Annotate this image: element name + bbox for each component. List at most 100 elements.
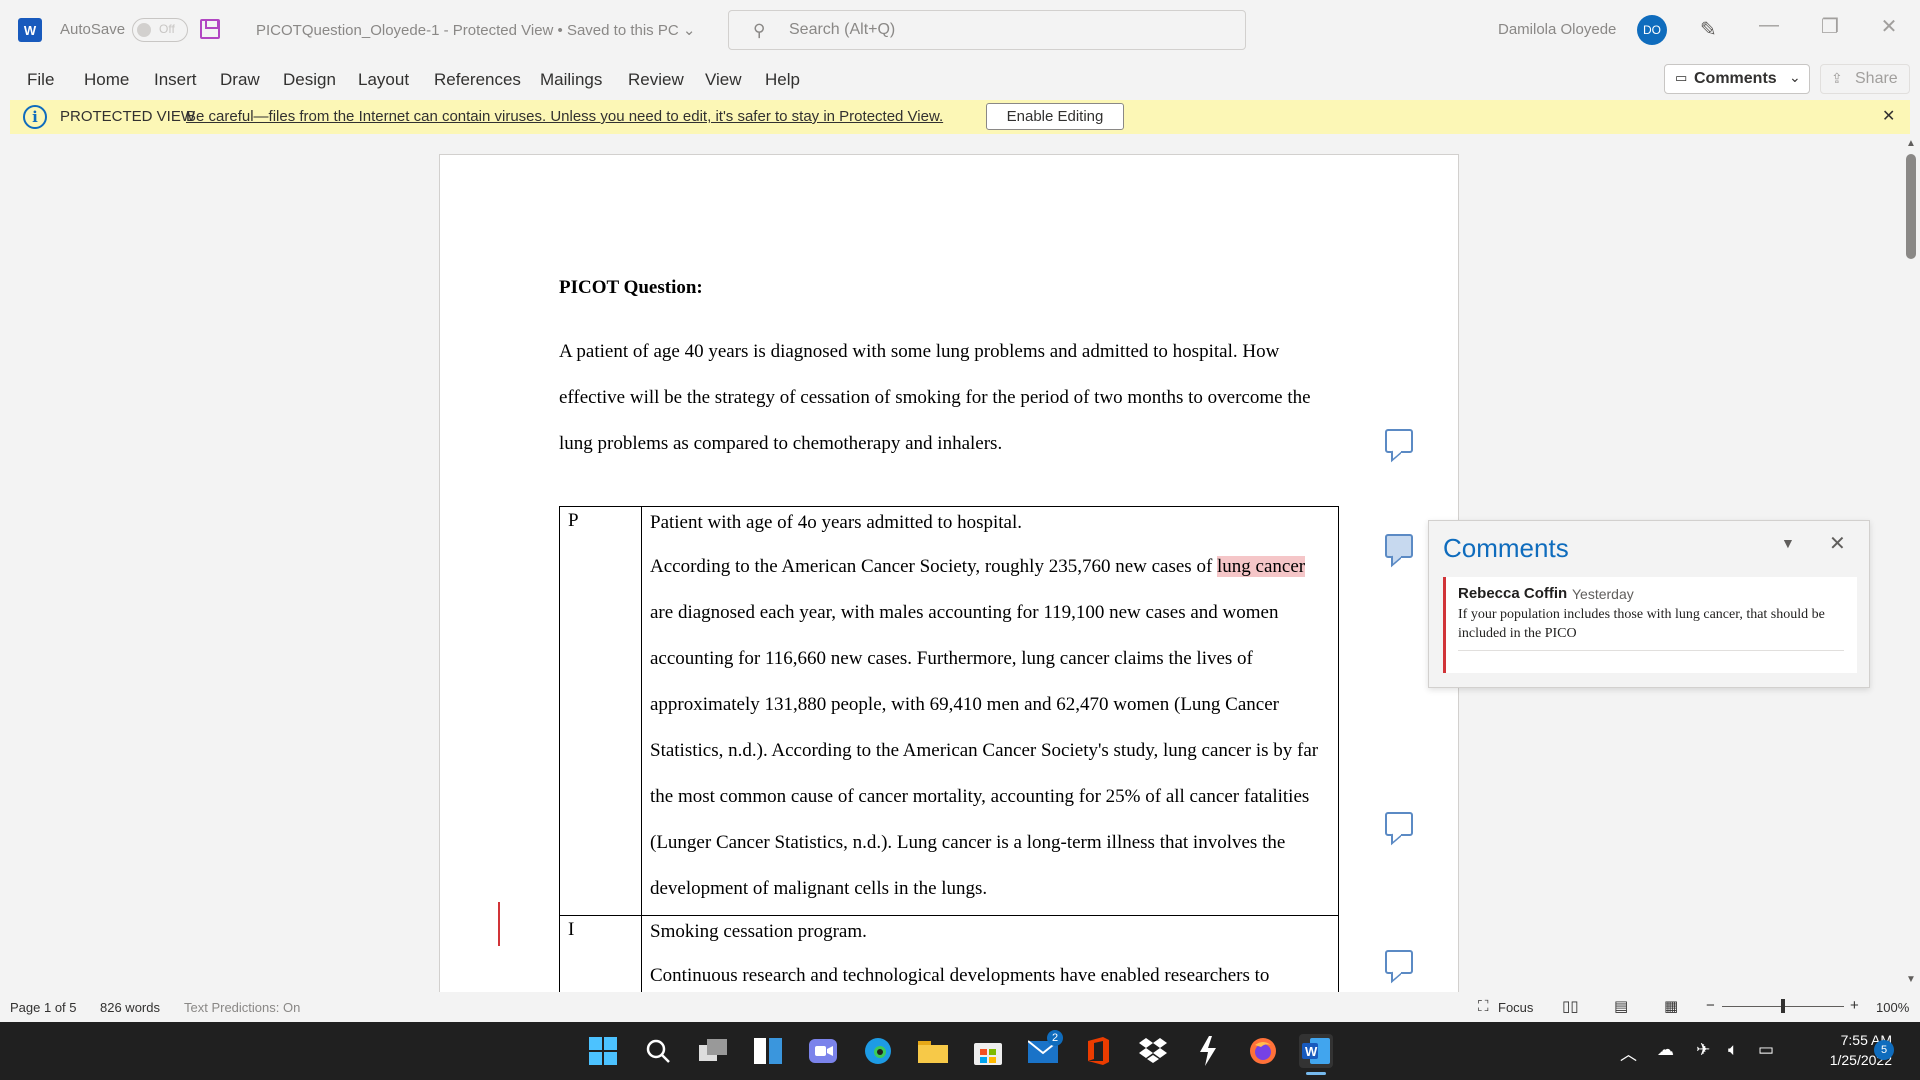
store-icon[interactable] [971,1034,1005,1068]
edge-icon[interactable] [861,1034,895,1068]
autosave-toggle[interactable]: Off [132,18,188,42]
search-input[interactable]: ⚲ Search (Alt+Q) [728,10,1246,50]
notification-badge[interactable]: 5 [1874,1040,1894,1060]
airplane-icon[interactable]: ✈ [1696,1040,1710,1060]
lightning-app-icon[interactable] [1191,1034,1225,1068]
comment-marker-icon[interactable] [1385,950,1413,974]
tab-draw[interactable]: Draw [220,70,260,90]
picot-table: P Patient with age of 4o years admitted … [559,506,1339,992]
dropbox-icon[interactable] [1136,1034,1170,1068]
battery-icon[interactable]: ▭ [1758,1040,1774,1060]
table-cell-value: Patient with age of 4o years admitted to… [641,506,1339,916]
office-icon[interactable] [1081,1034,1115,1068]
comment-time: Yesterday [1572,586,1634,602]
document-page[interactable]: PICOT Question: A patient of age 40 year… [439,154,1459,992]
scroll-down-icon[interactable]: ▼ [1906,974,1916,985]
task-view-icon[interactable] [696,1034,730,1068]
close-icon[interactable]: ✕ [1829,531,1846,556]
tab-help[interactable]: Help [765,70,800,90]
minimize-icon[interactable]: — [1754,14,1784,37]
svg-text:W: W [1305,1044,1318,1059]
taskbar: 2 W ︿ ☁ ✈ 🔈︎ ▭ 7:55 AM 1/25/2022 5 [0,1022,1920,1080]
volume-icon[interactable]: 🔈︎ [1728,1040,1738,1060]
file-explorer-icon[interactable] [916,1034,950,1068]
comments-button-label: Comments [1694,70,1777,87]
tab-design[interactable]: Design [283,70,336,90]
comment-body: If your population includes those with l… [1458,607,1825,641]
zoom-in-icon[interactable]: + [1850,997,1859,1014]
share-icon: ⇪ [1831,70,1843,86]
tab-view[interactable]: View [705,70,742,90]
table-cell-key: P [559,506,642,916]
firefox-icon[interactable] [1246,1034,1280,1068]
comment-divider [1458,650,1844,651]
active-app-indicator [1306,1072,1326,1075]
commented-highlight[interactable]: lung cancer [1217,556,1306,577]
onedrive-icon[interactable]: ☁ [1657,1040,1674,1060]
page-count[interactable]: Page 1 of 5 [10,1000,77,1015]
share-button[interactable]: ⇪ Share [1820,64,1910,94]
tab-insert[interactable]: Insert [154,70,197,90]
search-icon[interactable] [641,1034,675,1068]
ribbon-tabs: File Home Insert Draw Design Layout Refe… [0,60,1920,98]
population-text-before: According to the American Cancer Society… [650,556,1218,577]
mail-badge: 2 [1047,1030,1063,1046]
close-icon[interactable]: ✕ [1882,106,1895,126]
focus-label[interactable]: Focus [1498,1000,1533,1015]
scroll-thumb[interactable] [1906,154,1916,259]
tab-mailings[interactable]: Mailings [540,70,602,90]
tab-layout[interactable]: Layout [358,70,409,90]
close-icon[interactable]: ✕ [1874,14,1904,39]
tab-review[interactable]: Review [628,70,684,90]
word-app-icon[interactable]: W [1299,1034,1333,1068]
user-name[interactable]: Damilola Oloyede [1498,21,1616,38]
chevron-up-icon[interactable]: ︿ [1620,1040,1637,1065]
zoom-slider-thumb[interactable] [1781,999,1785,1013]
search-icon: ⚲ [753,21,766,40]
word-logo-icon: W [18,18,42,42]
focus-icon[interactable]: ⛶ [1478,998,1489,1015]
scroll-up-icon[interactable]: ▲ [1906,138,1916,149]
zoom-out-icon[interactable]: − [1706,997,1715,1014]
zoom-level[interactable]: 100% [1876,1000,1909,1015]
protected-view-bar: i PROTECTED VIEW Be careful—files from t… [10,100,1910,134]
comments-button[interactable]: ▭ Comments ⌄ [1664,64,1810,94]
comments-pane: Comments ▼ ✕ Rebecca Coffin Yesterday If… [1428,520,1870,688]
read-mode-icon[interactable]: ▯▯ [1562,997,1579,1015]
text-predictions[interactable]: Text Predictions: On [184,1000,300,1015]
chevron-down-icon[interactable]: ▼ [1781,535,1795,551]
restore-icon[interactable]: ❐ [1815,14,1845,39]
population-summary: Patient with age of 4o years admitted to… [650,512,1023,533]
tab-references[interactable]: References [434,70,521,90]
chat-icon[interactable] [806,1034,840,1068]
protected-view-message[interactable]: Be careful—files from the Internet can c… [186,108,943,125]
comment-marker-icon[interactable] [1385,812,1413,836]
designer-pen-icon[interactable]: ✎ [1700,17,1717,42]
enable-editing-button[interactable]: Enable Editing [986,103,1124,130]
intervention-summary: Smoking cessation program. [650,921,867,942]
widgets-icon[interactable] [751,1034,785,1068]
autosave-state: Off [159,22,175,36]
print-layout-icon[interactable]: ▤ [1614,997,1628,1015]
table-cell-value: Smoking cessation program. Continuous re… [641,915,1339,992]
population-text-after: are diagnosed each year, with males acco… [650,602,1319,899]
start-icon[interactable] [586,1034,620,1068]
word-count[interactable]: 826 words [100,1000,160,1015]
avatar[interactable]: DO [1637,15,1667,45]
protected-view-label: PROTECTED VIEW [60,108,196,125]
save-icon[interactable] [200,19,220,39]
comment-marker-icon[interactable] [1385,429,1413,453]
comments-pane-title: Comments [1443,533,1569,563]
document-title[interactable]: PICOTQuestion_Oloyede-1 - Protected View… [256,21,695,39]
chevron-down-icon: ⌄ [1789,69,1801,85]
vertical-scrollbar[interactable]: ▲ ▼ [1902,134,1920,992]
comment-marker-icon[interactable] [1385,534,1413,558]
picot-heading: PICOT Question: [559,277,703,298]
tab-home[interactable]: Home [84,70,129,90]
tab-file[interactable]: File [27,70,54,90]
table-row: I Smoking cessation program. Continuous … [559,915,1339,992]
change-bar [498,902,500,946]
web-layout-icon[interactable]: ▦ [1664,997,1678,1015]
comment-icon: ▭ [1675,70,1688,85]
comment-card[interactable]: Rebecca Coffin Yesterday If your populat… [1443,577,1857,673]
